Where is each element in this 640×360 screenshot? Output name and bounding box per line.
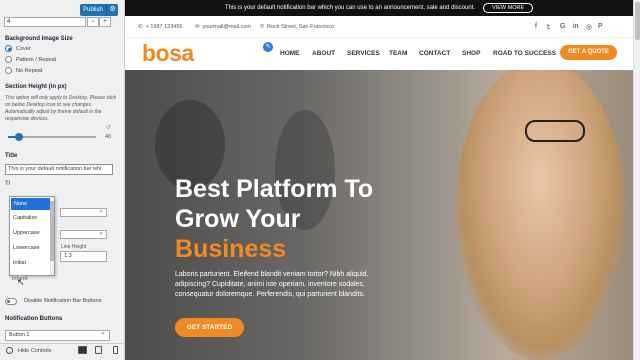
hero-woman-photo xyxy=(455,70,625,360)
instagram-icon[interactable]: ◎ xyxy=(586,23,592,31)
facebook-icon[interactable]: f xyxy=(535,23,537,30)
slider-value: 40 xyxy=(105,134,112,140)
increment-button[interactable]: + xyxy=(99,17,111,27)
hero-title-line-1: Best Platform To xyxy=(175,175,374,203)
hide-controls-button[interactable]: Hide Controls xyxy=(6,347,51,354)
hero-section: Best Platform To Grow Your Business Labo… xyxy=(125,70,633,360)
text-transform-dropdown[interactable]: None Capitalize Uppercase Lowercase Init… xyxy=(9,196,55,276)
section-height-description: This option will only apply to Desktop. … xyxy=(5,95,117,122)
nav-contact[interactable]: CONTACT xyxy=(419,50,450,57)
nav-road-to-success[interactable]: ROAD TO SUCCESS xyxy=(493,50,556,57)
title-input[interactable]: This is your default notification bar wh… xyxy=(5,164,113,175)
dropdown-option-lowercase[interactable]: Lowercase xyxy=(10,241,54,256)
dropdown-scroll-thumb[interactable] xyxy=(50,201,54,261)
notification-text: This is your default notification bar wh… xyxy=(224,5,476,11)
sidebar-header: Publish ⚙ xyxy=(0,0,124,18)
mobile-preview-icon[interactable] xyxy=(113,346,118,354)
site-preview: This is your default notification bar wh… xyxy=(125,0,633,360)
nav-services[interactable]: SERVICES xyxy=(347,50,380,57)
radio-button[interactable] xyxy=(5,56,12,63)
line-height-label: Line Height xyxy=(61,244,87,250)
nav-team[interactable]: TEAM xyxy=(389,50,407,57)
number-field[interactable]: 4 xyxy=(4,17,86,27)
preview-scroll-thumb[interactable] xyxy=(635,2,640,40)
nav-shop[interactable]: SHOP xyxy=(462,50,480,57)
customizer-sidebar: Publish ⚙ 4 − + Background Image Size Co… xyxy=(0,0,125,360)
google-icon[interactable]: G xyxy=(560,23,565,30)
bg-image-size-label: Background Image Size xyxy=(5,36,73,42)
radio-no-repeat[interactable]: No Repeat xyxy=(5,67,42,74)
disable-buttons-toggle[interactable] xyxy=(5,298,17,305)
decrement-button[interactable]: − xyxy=(87,17,99,27)
edit-shortcut-pencil-icon[interactable]: ✎ xyxy=(263,42,273,52)
linkedin-icon[interactable]: in xyxy=(573,23,578,30)
publish-settings-gear-icon[interactable]: ⚙ xyxy=(106,4,118,16)
radio-cover[interactable]: Cover xyxy=(5,45,31,52)
radio-pattern-repeat[interactable]: Pattern / Repeat xyxy=(5,56,56,63)
tablet-preview-icon[interactable] xyxy=(95,346,102,354)
section-height-label: Section Height (in px) xyxy=(5,84,67,90)
phone-icon: ✆ xyxy=(138,24,143,30)
preview-scrollbar[interactable] xyxy=(633,0,640,360)
email-item[interactable]: ✉ yourmail@mail.com xyxy=(195,24,251,30)
reset-icon[interactable]: ↺ xyxy=(106,124,111,131)
radio-button[interactable] xyxy=(5,45,12,52)
section-height-slider[interactable] xyxy=(8,133,96,141)
dropdown-scrollbar[interactable] xyxy=(50,197,54,275)
line-height-input[interactable]: 1.3 xyxy=(60,251,107,262)
font-select[interactable] xyxy=(60,206,107,217)
weight-select[interactable] xyxy=(60,228,107,239)
hero-title-line-2: Grow Your xyxy=(175,205,301,233)
hero-title-line-3: Business xyxy=(175,235,287,263)
slider-handle[interactable] xyxy=(14,133,23,141)
radio-button[interactable] xyxy=(5,67,12,74)
site-logo[interactable]: bosa xyxy=(142,40,194,67)
customizer-window: Publish ⚙ 4 − + Background Image Size Co… xyxy=(0,0,640,360)
get-a-quote-button[interactable]: GET A QUOTE xyxy=(560,45,617,60)
notification-bar: This is your default notification bar wh… xyxy=(125,0,633,16)
address-item: ⚲ Rock Street, San Francisco xyxy=(260,24,334,30)
hide-controls-icon xyxy=(6,347,13,354)
nav-about[interactable]: ABOUT xyxy=(312,50,335,57)
publish-button[interactable]: Publish xyxy=(80,4,106,16)
twitter-icon[interactable]: 𝕥 xyxy=(547,23,550,31)
typography-label: Ti xyxy=(5,181,11,187)
hero-paragraph: Laboris parturient. Eleifend blandit ven… xyxy=(175,271,369,298)
view-more-button[interactable]: VIEW MORE xyxy=(483,3,534,13)
notification-buttons-label: Notification Buttons xyxy=(5,316,63,322)
disable-buttons-label: Disable Notification Bar Buttons xyxy=(24,298,102,304)
pinterest-icon[interactable]: P xyxy=(598,23,603,30)
phone-item[interactable]: ✆ + 1987 123456 xyxy=(138,24,182,30)
get-started-button[interactable]: GET STARTED xyxy=(175,318,244,337)
notification-button-select[interactable]: Button 1 xyxy=(5,328,110,341)
location-icon: ⚲ xyxy=(260,24,265,30)
dropdown-option-uppercase[interactable]: Uppercase xyxy=(10,226,54,241)
contact-bar: ✆ + 1987 123456 ✉ yourmail@mail.com ⚲ Ro… xyxy=(125,16,633,38)
nav-home[interactable]: HOME xyxy=(280,50,300,57)
mouse-cursor-icon: ↖ xyxy=(17,277,25,287)
desktop-preview-icon[interactable] xyxy=(78,346,87,354)
dropdown-option-capitalize[interactable]: Capitalize xyxy=(10,211,54,226)
email-icon: ✉ xyxy=(195,24,200,30)
dropdown-option-none[interactable]: None xyxy=(11,198,53,210)
glasses-shape xyxy=(525,120,585,142)
dropdown-option-initial[interactable]: Initial xyxy=(10,256,54,271)
title-label: Title xyxy=(5,153,18,159)
